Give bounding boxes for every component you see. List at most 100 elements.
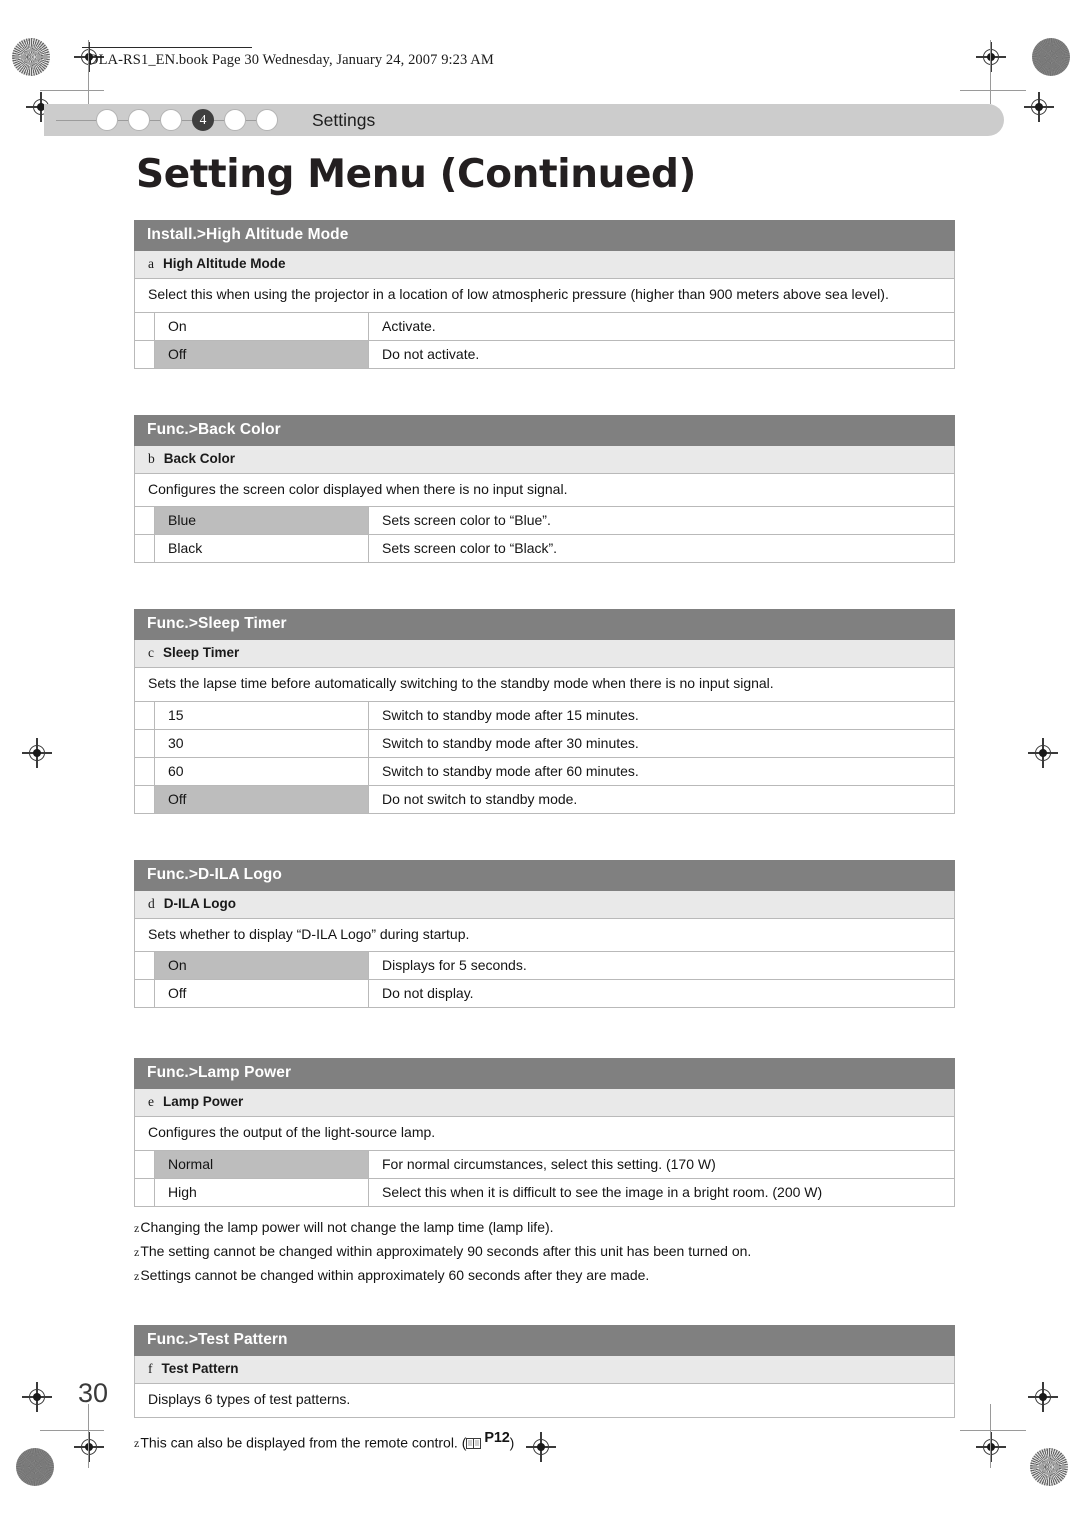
table-row: On Displays for 5 seconds. xyxy=(134,952,955,980)
file-header: DLA-RS1_EN.book Page 30 Wednesday, Janua… xyxy=(82,47,494,69)
section-back-color: Func.>Back Color b Back Color Configures… xyxy=(134,414,955,563)
nav-dot-1[interactable] xyxy=(96,109,118,131)
row-gutter xyxy=(134,1150,155,1179)
note-text: Settings cannot be changed within approx… xyxy=(140,1266,650,1283)
detail-cell: Do not switch to standby mode. xyxy=(368,785,955,814)
nav-dot-6[interactable] xyxy=(256,109,278,131)
page-number: 30 xyxy=(78,1378,109,1408)
option-cell[interactable]: 60 xyxy=(154,757,369,786)
table-row: Off Do not display. xyxy=(134,979,955,1008)
book-icon xyxy=(466,1435,482,1449)
registration-mark-bottom-left-inner xyxy=(74,1432,104,1462)
page-reference[interactable]: P12 xyxy=(466,1429,510,1449)
nav-dot-3[interactable] xyxy=(160,109,182,131)
section-subheader: d D-ILA Logo xyxy=(134,890,955,919)
section-header: Func.>D-ILA Logo xyxy=(134,859,955,891)
section-subheader: b Back Color xyxy=(134,445,955,474)
section-subheader-label: Back Color xyxy=(163,450,236,466)
option-cell[interactable]: High xyxy=(154,1178,369,1207)
nav-dot-5[interactable] xyxy=(224,109,246,131)
option-cell-default[interactable]: Blue xyxy=(154,507,369,535)
section-description: Configures the screen color displayed wh… xyxy=(134,473,955,507)
options-table: Blue Sets screen color to “Blue”. Black … xyxy=(134,507,955,563)
option-cell[interactable]: 30 xyxy=(154,729,369,758)
test-pattern-notes: z This can also be displayed from the re… xyxy=(134,1427,955,1455)
lamp-power-notes: z Changing the lamp power will not chang… xyxy=(134,1216,955,1288)
crop-line-top-right-vert xyxy=(990,40,992,104)
row-gutter xyxy=(134,312,155,341)
chapter-nav-strip: 4 Settings xyxy=(44,104,1004,136)
option-cell-default[interactable]: On xyxy=(154,952,369,980)
nav-dot-4-active[interactable]: 4 xyxy=(192,109,214,131)
section-subheader-label: Test Pattern xyxy=(161,1361,239,1377)
note-text: The setting cannot be changed within app… xyxy=(140,1242,752,1259)
section-subheader: e Lamp Power xyxy=(134,1089,955,1117)
option-cell[interactable]: Black xyxy=(154,534,369,563)
options-table: Normal For normal circumstances, select … xyxy=(134,1150,955,1207)
section-subheader: a High Altitude Mode xyxy=(134,251,955,279)
crop-line-bottom-right-vert xyxy=(990,1404,992,1468)
note-bullet-icon: z xyxy=(134,1244,140,1259)
table-row: High Select this when it is difficult to… xyxy=(134,1178,955,1207)
option-cell-default[interactable]: Off xyxy=(154,340,369,369)
section-subheader-label: High Altitude Mode xyxy=(163,256,286,271)
note-item: z This can also be displayed from the re… xyxy=(134,1427,955,1455)
section-description: Sets whether to display “D-ILA Logo” dur… xyxy=(134,918,955,952)
detail-cell: For normal circumstances, select this se… xyxy=(368,1150,955,1179)
file-header-rule xyxy=(82,47,252,48)
content-column: Install.>High Altitude Mode a High Altit… xyxy=(134,220,955,1455)
option-cell-default[interactable]: Normal xyxy=(154,1150,369,1179)
detail-cell: Switch to standby mode after 15 minutes. xyxy=(368,701,955,730)
options-table: 15 Switch to standby mode after 15 minut… xyxy=(134,701,955,814)
section-description: Select this when using the projector in … xyxy=(134,279,955,313)
registration-mark-bottom-right xyxy=(1028,1382,1058,1412)
detail-cell: Select this when it is difficult to see … xyxy=(368,1178,955,1207)
option-cell[interactable]: On xyxy=(154,312,369,341)
registration-mark-bottom-right-inner xyxy=(976,1432,1006,1462)
section-subheader: c Sleep Timer xyxy=(134,640,955,668)
section-high-altitude-mode: Install.>High Altitude Mode a High Altit… xyxy=(134,220,955,369)
option-cell[interactable]: 15 xyxy=(154,701,369,730)
note-item: z Changing the lamp power will not chang… xyxy=(134,1216,955,1240)
section-subheader-label: Lamp Power xyxy=(163,1094,244,1109)
table-row: 30 Switch to standby mode after 30 minut… xyxy=(134,729,955,758)
row-gutter xyxy=(134,340,155,369)
section-header: Func.>Back Color xyxy=(134,414,955,446)
registration-rosette-top-right xyxy=(1032,38,1070,76)
section-index: f xyxy=(148,1361,153,1377)
option-cell[interactable]: Off xyxy=(154,979,369,1008)
section-index: a xyxy=(148,256,154,271)
registration-rosette-bottom-right xyxy=(1030,1448,1068,1486)
section-dila-logo: Func.>D-ILA Logo d D-ILA Logo Sets wheth… xyxy=(134,859,955,1008)
note-item: z The setting cannot be changed within a… xyxy=(134,1239,955,1263)
table-row: Blue Sets screen color to “Blue”. xyxy=(134,507,955,535)
option-cell-default[interactable]: Off xyxy=(154,785,369,814)
section-header: Func.>Lamp Power xyxy=(134,1058,955,1089)
crop-line-bottom-right xyxy=(960,1430,1026,1432)
registration-rosette-top-left xyxy=(12,38,50,76)
note-text-after: ) xyxy=(509,1434,515,1451)
detail-cell: Switch to standby mode after 60 minutes. xyxy=(368,757,955,786)
registration-mark-mid-left xyxy=(22,738,52,768)
section-index: d xyxy=(148,895,155,911)
section-sleep-timer: Func.>Sleep Timer c Sleep Timer Sets the… xyxy=(134,609,955,814)
note-text: Changing the lamp power will not change … xyxy=(140,1219,554,1235)
nav-dot-4-label: 4 xyxy=(199,112,207,127)
row-gutter xyxy=(134,507,155,535)
section-description: Displays 6 types of test patterns. xyxy=(134,1384,955,1418)
section-subheader-label: D-ILA Logo xyxy=(163,895,236,911)
detail-cell: Do not display. xyxy=(368,979,955,1008)
section-index: b xyxy=(148,450,155,466)
section-description: Sets the lapse time before automatically… xyxy=(134,668,955,702)
registration-mark-top-right-inner xyxy=(1024,92,1054,122)
row-gutter xyxy=(134,701,155,730)
note-text-before: This can also be displayed from the remo… xyxy=(140,1434,467,1451)
options-table: On Activate. Off Do not activate. xyxy=(134,312,955,369)
section-subheader-label: Sleep Timer xyxy=(163,645,240,660)
nav-dot-2[interactable] xyxy=(128,109,150,131)
row-gutter xyxy=(134,1178,155,1207)
detail-cell: Sets screen color to “Blue”. xyxy=(368,507,955,535)
